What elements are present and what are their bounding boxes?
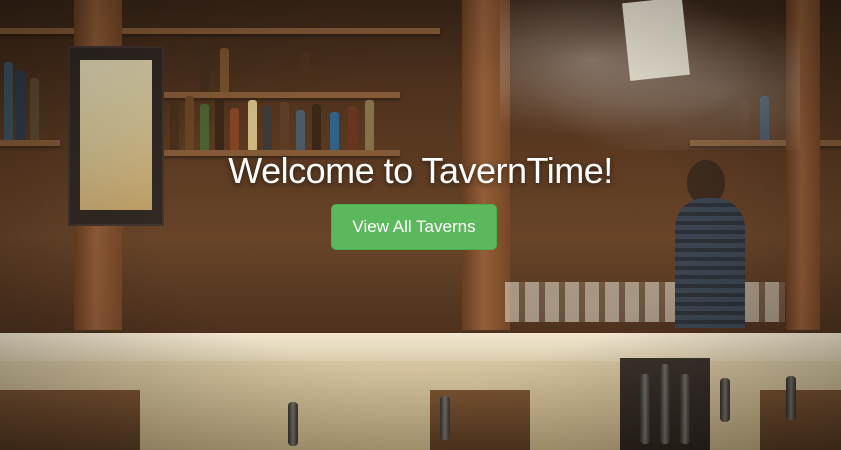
hero-section: Welcome to TavernTime! View All Taverns [0, 0, 841, 450]
hero-headline: Welcome to TavernTime! [228, 150, 613, 191]
view-all-taverns-button[interactable]: View All Taverns [331, 204, 497, 250]
